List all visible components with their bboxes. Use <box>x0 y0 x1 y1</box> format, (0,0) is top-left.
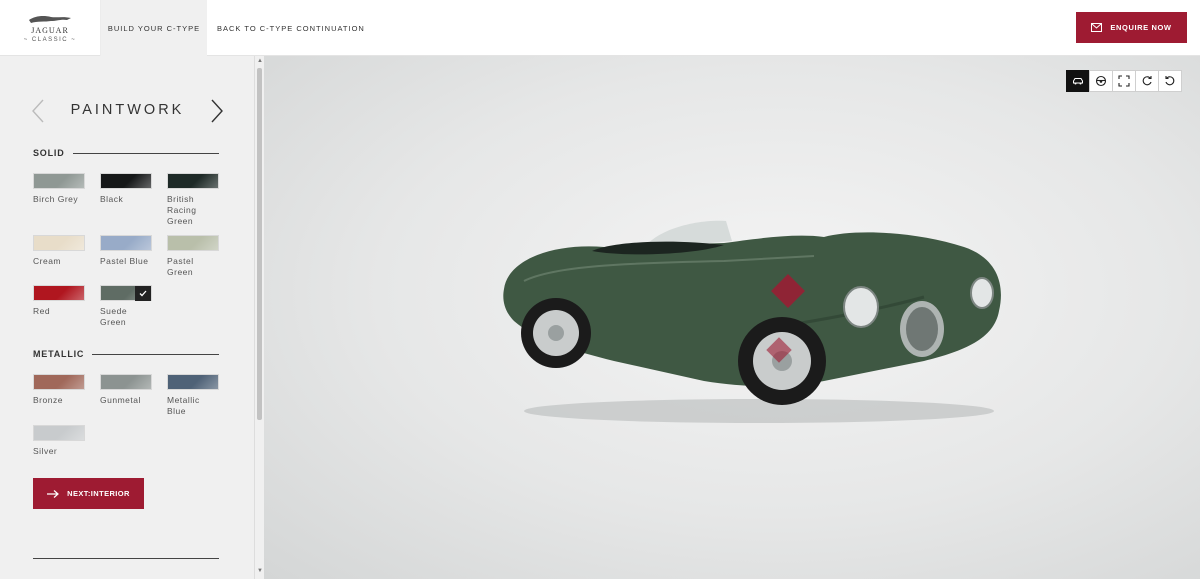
group-title: SOLID <box>33 148 65 158</box>
tab-back-to-c-type-continuation[interactable]: BACK TO C-TYPE CONTINUATION <box>217 0 365 56</box>
swatch-birch-grey[interactable]: Birch Grey <box>33 173 85 205</box>
arrow-right-icon <box>47 489 60 498</box>
rotate-left-icon <box>1165 76 1175 86</box>
jaguar-classic-logo[interactable]: JAGUAR ~ CLASSIC ~ <box>0 0 101 56</box>
scroll-down-icon[interactable]: ▼ <box>257 568 263 574</box>
divider <box>92 353 219 355</box>
car-exterior-icon <box>1073 78 1083 85</box>
jaguar-c-type-render <box>503 220 1001 423</box>
swatch-label: Pastel Blue <box>100 256 149 266</box>
rotate-right-icon <box>1142 76 1152 86</box>
swatch-label: Pastel Green <box>167 256 194 277</box>
swatch-bronze[interactable]: Bronze <box>33 374 85 406</box>
next-interior-button[interactable]: NEXT:INTERIOR <box>33 478 144 509</box>
swatch-label: Gunmetal <box>100 395 141 405</box>
section-navigator: PAINTWORK <box>30 98 225 124</box>
interior-view-button[interactable] <box>1089 70 1113 92</box>
envelope-icon <box>1091 23 1103 32</box>
group-heading-metallic: METALLIC <box>33 349 219 359</box>
fullscreen-icon <box>1118 75 1130 87</box>
swatch-label: British Racing Green <box>167 194 197 226</box>
swatch-label: Suede Green <box>100 306 128 327</box>
next-interior-label: NEXT:INTERIOR <box>67 489 130 498</box>
swatch-label: Bronze <box>33 395 63 405</box>
sidebar-scrollbar[interactable]: ▲ ▼ <box>254 56 264 579</box>
color-chip <box>100 374 152 390</box>
color-chip <box>100 235 152 251</box>
top-header: JAGUAR ~ CLASSIC ~ BUILD YOUR C-TYPE BAC… <box>0 0 1200 56</box>
configurator-sidebar: PAINTWORK SOLID Birch Grey Black British… <box>0 56 254 579</box>
color-chip <box>33 425 85 441</box>
steering-wheel-icon <box>1095 75 1107 87</box>
swatch-pastel-green[interactable]: Pastel Green <box>167 235 219 278</box>
scrollbar-thumb[interactable] <box>257 68 262 420</box>
enquire-now-button[interactable]: ENQUIRE NOW <box>1076 12 1187 43</box>
color-chip <box>167 374 219 390</box>
swatch-label: Birch Grey <box>33 194 79 204</box>
car-viewer[interactable] <box>264 56 1200 579</box>
swatch-label: Red <box>33 306 51 316</box>
swatch-pastel-blue[interactable]: Pastel Blue <box>100 235 152 267</box>
section-title: PAINTWORK <box>70 102 185 118</box>
selected-check-icon <box>135 286 151 301</box>
color-chip <box>100 285 152 301</box>
swatch-black[interactable]: Black <box>100 173 152 205</box>
rotate-right-button[interactable] <box>1135 70 1159 92</box>
color-chip <box>33 285 85 301</box>
swatch-metallic-blue[interactable]: Metallic Blue <box>167 374 219 417</box>
fullscreen-button[interactable] <box>1112 70 1136 92</box>
swatch-suede-green[interactable]: Suede Green <box>100 285 152 328</box>
color-chip <box>100 173 152 189</box>
leaping-jaguar-icon <box>29 16 71 23</box>
color-chip <box>167 235 219 251</box>
swatch-cream[interactable]: Cream <box>33 235 85 267</box>
enquire-now-label: ENQUIRE NOW <box>1110 23 1172 32</box>
color-chip <box>33 374 85 390</box>
logo-wordmark: JAGUAR <box>31 26 69 35</box>
swatch-label: Cream <box>33 256 62 266</box>
rotate-left-button[interactable] <box>1158 70 1182 92</box>
tab-build-your-c-type[interactable]: BUILD YOUR C-TYPE <box>101 0 207 56</box>
divider <box>33 558 219 559</box>
swatch-label: Black <box>100 194 124 204</box>
group-heading-solid: SOLID <box>33 148 219 158</box>
scroll-up-icon[interactable]: ▲ <box>257 58 263 64</box>
exterior-view-button[interactable] <box>1066 70 1090 92</box>
swatch-gunmetal[interactable]: Gunmetal <box>100 374 152 406</box>
logo-subtitle: ~ CLASSIC ~ <box>23 37 77 43</box>
color-chip <box>33 173 85 189</box>
swatch-silver[interactable]: Silver <box>33 425 85 457</box>
chevron-right-icon[interactable] <box>209 98 225 124</box>
swatch-label: Metallic Blue <box>167 395 200 416</box>
swatch-british-racing-green[interactable]: British Racing Green <box>167 173 219 227</box>
group-title: METALLIC <box>33 349 85 359</box>
divider <box>72 152 219 154</box>
swatch-red[interactable]: Red <box>33 285 85 317</box>
color-chip <box>167 173 219 189</box>
swatch-label: Silver <box>33 446 58 456</box>
viewer-toolbar <box>1066 70 1182 92</box>
color-chip <box>33 235 85 251</box>
